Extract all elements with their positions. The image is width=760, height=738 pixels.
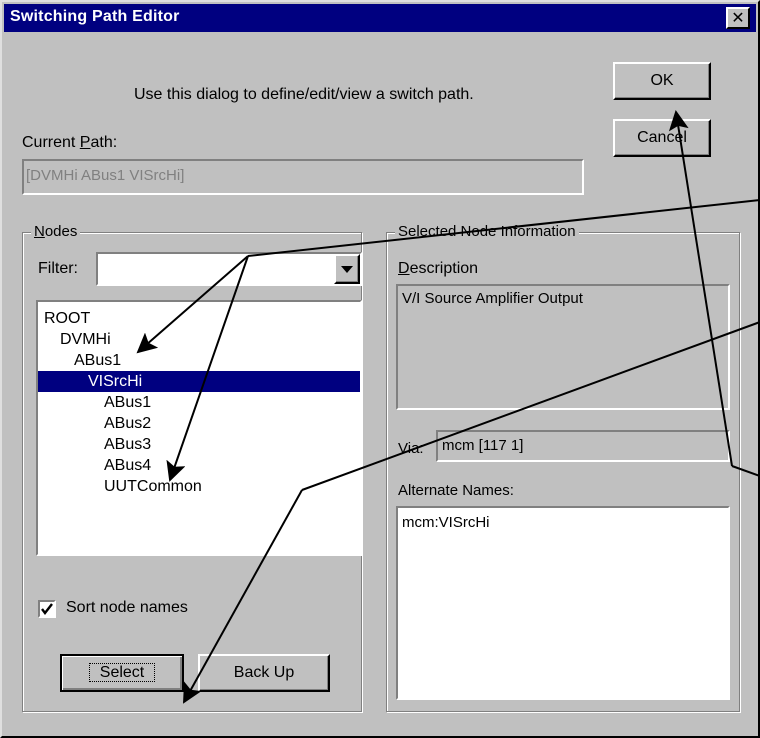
select-button-label: Select: [88, 663, 156, 682]
tree-node[interactable]: VISrcHi: [38, 371, 360, 392]
nodes-title-accel: N: [34, 223, 45, 240]
cancel-button-label: Cancel: [637, 129, 687, 146]
sort-checkbox[interactable]: [38, 600, 56, 618]
tree-node[interactable]: DVMHi: [60, 329, 111, 350]
tree-node[interactable]: ABus4: [104, 455, 151, 476]
tree-node[interactable]: ABus2: [104, 413, 151, 434]
ok-button[interactable]: OK: [613, 62, 711, 100]
close-icon: ✕: [731, 8, 745, 27]
dialog-window: Switching Path Editor ✕ Use this dialog …: [0, 0, 760, 738]
filter-dropdown-button[interactable]: [334, 254, 360, 284]
sort-label[interactable]: Sort node names: [66, 599, 188, 617]
tree-node[interactable]: ABus1: [104, 392, 151, 413]
via-field: mcm [117 1]: [436, 430, 730, 462]
ok-button-label: OK: [650, 72, 674, 89]
node-tree[interactable]: ROOT DVMHi ABus1 VISrcHi ABus1 ABus2 ABus3 ABus…: [36, 300, 362, 556]
current-path-label-accel: P: [79, 134, 91, 151]
back-up-button-label: Back Up: [233, 664, 295, 681]
description-label: Description: [398, 260, 478, 278]
via-value: mcm [117 1]: [442, 437, 524, 454]
back-up-button[interactable]: Back Up: [198, 654, 330, 692]
alternate-names-label: Alternate Names:: [398, 482, 514, 499]
tree-node[interactable]: UUTCommon: [104, 476, 202, 497]
nodes-group-title: Nodes: [31, 223, 81, 240]
tree-node[interactable]: ROOT: [44, 308, 90, 329]
checkmark-icon: [41, 603, 53, 615]
alternate-name-item: mcm:VISrcHi: [402, 514, 490, 531]
tree-node[interactable]: ABus3: [104, 434, 151, 455]
description-field: V/I Source Amplifier Output: [396, 284, 730, 410]
via-label: Via:: [398, 440, 424, 457]
title-bar[interactable]: Switching Path Editor ✕: [4, 4, 756, 32]
description-label-accel: D: [398, 260, 410, 277]
window-title: Switching Path Editor: [10, 8, 180, 25]
nodes-title-rest: odes: [44, 223, 78, 240]
node-tree-body: ROOT DVMHi ABus1 VISrcHi ABus1 ABus2 ABus3 ABus…: [38, 308, 360, 554]
intro-text: Use this dialog to define/edit/view a sw…: [134, 86, 474, 103]
select-button[interactable]: Select: [60, 654, 184, 692]
alternate-names-list[interactable]: mcm:VISrcHi: [396, 506, 730, 700]
chevron-down-icon: [341, 266, 353, 273]
cancel-button[interactable]: Cancel: [613, 119, 711, 157]
tree-node[interactable]: ABus1: [74, 350, 121, 371]
current-path-value: [DVMHi ABus1 VISrcHi]: [26, 167, 185, 184]
current-path-label-rest: ath:: [90, 134, 118, 151]
description-label-rest: escription: [409, 260, 479, 277]
current-path-field: [DVMHi ABus1 VISrcHi]: [22, 159, 584, 195]
close-button[interactable]: ✕: [726, 7, 750, 29]
filter-combo[interactable]: [96, 252, 362, 286]
current-path-label-prefix: Current: [22, 134, 80, 151]
description-value: V/I Source Amplifier Output: [402, 290, 583, 307]
current-path-label: Current Path:: [22, 134, 117, 152]
filter-label: Filter:: [38, 260, 78, 277]
node-info-group-title: Selected Node Information: [395, 223, 579, 240]
